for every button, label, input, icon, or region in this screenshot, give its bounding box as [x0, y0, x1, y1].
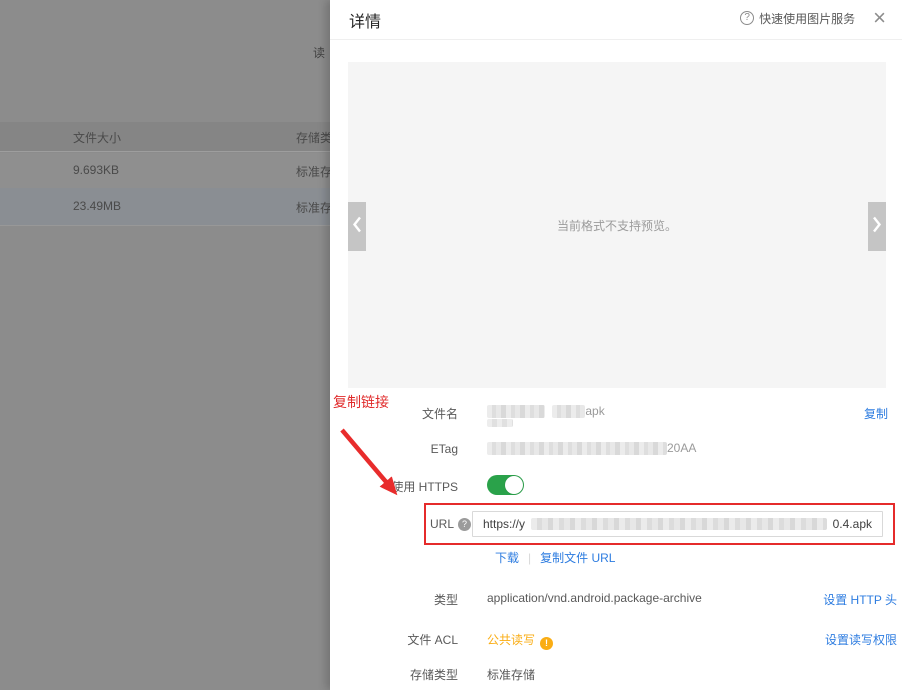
blur-redaction [487, 442, 667, 455]
link-separator: | [528, 551, 531, 565]
header-divider [330, 39, 902, 40]
cell-filesize: 23.49MB [73, 199, 121, 213]
question-circle-icon[interactable]: ? [458, 518, 471, 531]
url-label: URL [430, 517, 454, 531]
next-file-button[interactable] [868, 202, 886, 251]
blur-redaction [487, 419, 513, 427]
type-label: 类型 [330, 591, 458, 608]
details-panel: 详情 ? 快速使用图片服务 × 当前格式不支持预览。 文件名 [330, 0, 902, 690]
warning-icon: ! [540, 637, 553, 650]
screenshot-root: 文件大小 存储类 9.693KB 标准存 23.49MB 标准存 读 详情 ? … [0, 0, 902, 690]
toggle-knob [505, 476, 523, 494]
etag-value: 20AA [487, 441, 696, 455]
url-prefix: https://y [483, 517, 525, 531]
https-toggle[interactable] [487, 475, 524, 495]
set-http-header-link[interactable]: 设置 HTTP 头 [823, 591, 897, 608]
question-circle-icon[interactable]: ? [740, 11, 754, 25]
panel-title: 详情 [349, 8, 381, 32]
cell-storage: 标准存 [296, 163, 332, 180]
acl-public-readwrite[interactable]: 公共读写 [487, 633, 535, 647]
blur-redaction [552, 405, 585, 418]
copy-file-url-link[interactable]: 复制文件 URL [540, 549, 615, 566]
preview-unsupported-message: 当前格式不支持预览。 [557, 217, 677, 234]
download-link[interactable]: 下载 [495, 549, 519, 566]
url-suffix: 0.4.apk [833, 517, 872, 531]
blur-redaction [487, 405, 545, 418]
storage-value: 标准存储 [487, 666, 535, 683]
chevron-right-icon [872, 216, 882, 238]
chevron-left-icon [352, 216, 362, 238]
etag-label: ETag [330, 442, 458, 456]
clipped-background-text: 读 [313, 44, 325, 61]
table-row-selected: 23.49MB 标准存 [0, 188, 330, 226]
etag-suffix: 20AA [667, 441, 696, 455]
set-acl-link[interactable]: 设置读写权限 [825, 631, 897, 648]
acl-label: 文件 ACL [330, 631, 458, 648]
table-row: 9.693KB 标准存 [0, 153, 330, 188]
url-input[interactable]: https://y 0.4.apk [472, 511, 883, 537]
close-icon[interactable]: × [873, 9, 886, 27]
filename-suffix: apk [585, 404, 604, 418]
https-label: 使用 HTTPS [330, 478, 458, 495]
type-value: application/vnd.android.package-archive [487, 591, 702, 605]
preview-area: 当前格式不支持预览。 [348, 62, 886, 388]
copy-filename-link[interactable]: 复制 [864, 405, 888, 422]
column-header-filesize: 文件大小 [73, 129, 121, 146]
prev-file-button[interactable] [348, 202, 366, 251]
filename-value: apk [487, 404, 605, 418]
copy-link-annotation: 复制链接 [333, 392, 389, 412]
acl-value: 公共读写! [487, 631, 553, 650]
dimmed-backdrop[interactable]: 文件大小 存储类 9.693KB 标准存 23.49MB 标准存 读 [0, 0, 330, 690]
blur-redaction [531, 518, 827, 530]
cell-storage: 标准存 [296, 199, 332, 216]
cell-filesize: 9.693KB [73, 163, 119, 177]
column-header-storage: 存储类 [296, 129, 332, 146]
image-service-help-link[interactable]: 快速使用图片服务 [759, 10, 855, 27]
storage-label: 存储类型 [330, 666, 458, 683]
table-header-row: 文件大小 存储类 [0, 122, 330, 152]
